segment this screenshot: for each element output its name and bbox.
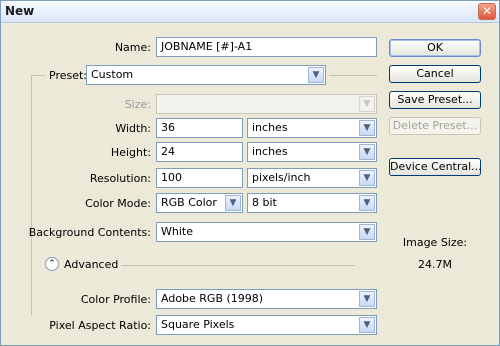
chevron-down-icon: ▼ <box>359 170 375 186</box>
image-size-value: 24.7M <box>418 258 452 271</box>
chevron-down-icon: ▼ <box>359 317 375 333</box>
preset-value: Custom <box>91 68 134 81</box>
preset-select[interactable]: Custom ▼ <box>86 65 326 85</box>
chevron-down-icon: ▼ <box>359 120 375 136</box>
height-input[interactable]: 24 <box>156 142 243 162</box>
color-profile-label: Color Profile: <box>80 293 151 306</box>
width-input[interactable]: 36 <box>156 118 243 138</box>
color-mode-value: RGB Color <box>161 196 217 209</box>
chevron-down-icon: ▼ <box>359 144 375 160</box>
chevron-down-icon: ▼ <box>359 96 375 112</box>
name-label: Name: <box>114 41 151 54</box>
chevron-down-icon: ▼ <box>308 67 324 83</box>
save-preset-button[interactable]: Save Preset... <box>389 91 481 109</box>
advanced-label: Advanced <box>64 258 119 271</box>
advanced-divider <box>121 265 355 266</box>
dialog-body: Name: JOBNAME [#]-A1 Preset: Custom ▼ Si… <box>11 31 491 339</box>
close-button[interactable]: ✕ <box>478 3 496 20</box>
height-label: Height: <box>110 146 151 159</box>
new-document-dialog: New ✕ Name: JOBNAME [#]-A1 Preset: Custo… <box>0 0 500 346</box>
color-profile-select[interactable]: Adobe RGB (1998) ▼ <box>156 289 377 309</box>
image-size-label: Image Size: <box>402 236 468 249</box>
background-contents-value: White <box>161 225 193 238</box>
chevron-down-icon: ▼ <box>359 224 375 240</box>
preset-label: Preset: <box>49 69 88 82</box>
resolution-unit-value: pixels/inch <box>252 171 311 184</box>
width-unit-value: inches <box>252 121 288 134</box>
cancel-button[interactable]: Cancel <box>389 65 481 83</box>
resolution-label: Resolution: <box>89 172 151 185</box>
resolution-input[interactable]: 100 <box>156 168 243 188</box>
pixel-aspect-value: Square Pixels <box>161 318 235 331</box>
color-profile-value: Adobe RGB (1998) <box>161 292 264 305</box>
width-unit-select[interactable]: inches ▼ <box>247 118 377 138</box>
chevron-down-icon: ▼ <box>359 195 375 211</box>
resolution-unit-select[interactable]: pixels/inch ▼ <box>247 168 377 188</box>
width-label: Width: <box>115 122 151 135</box>
bit-depth-value: 8 bit <box>252 196 277 209</box>
size-select: ▼ <box>156 94 377 114</box>
collapse-icon[interactable]: ⌃ <box>45 257 59 271</box>
pixel-aspect-select[interactable]: Square Pixels ▼ <box>156 315 377 335</box>
dialog-title: New <box>5 4 35 18</box>
chevron-down-icon: ▼ <box>359 291 375 307</box>
pixel-aspect-label: Pixel Aspect Ratio: <box>49 319 151 332</box>
close-icon: ✕ <box>481 4 493 18</box>
ok-button[interactable]: OK <box>389 39 481 57</box>
height-unit-select[interactable]: inches ▼ <box>247 142 377 162</box>
color-mode-label: Color Mode: <box>85 197 151 210</box>
name-input[interactable]: JOBNAME [#]-A1 <box>156 37 377 57</box>
device-central-button[interactable]: Device Central... <box>389 158 482 176</box>
size-label: Size: <box>124 98 151 111</box>
title-bar: New ✕ <box>1 1 499 23</box>
background-contents-label: Background Contents: <box>28 226 151 239</box>
color-mode-select[interactable]: RGB Color ▼ <box>156 193 243 213</box>
bit-depth-select[interactable]: 8 bit ▼ <box>247 193 377 213</box>
delete-preset-button: Delete Preset... <box>389 117 481 135</box>
background-contents-select[interactable]: White ▼ <box>156 222 377 242</box>
height-unit-value: inches <box>252 145 288 158</box>
chevron-down-icon: ▼ <box>225 195 241 211</box>
